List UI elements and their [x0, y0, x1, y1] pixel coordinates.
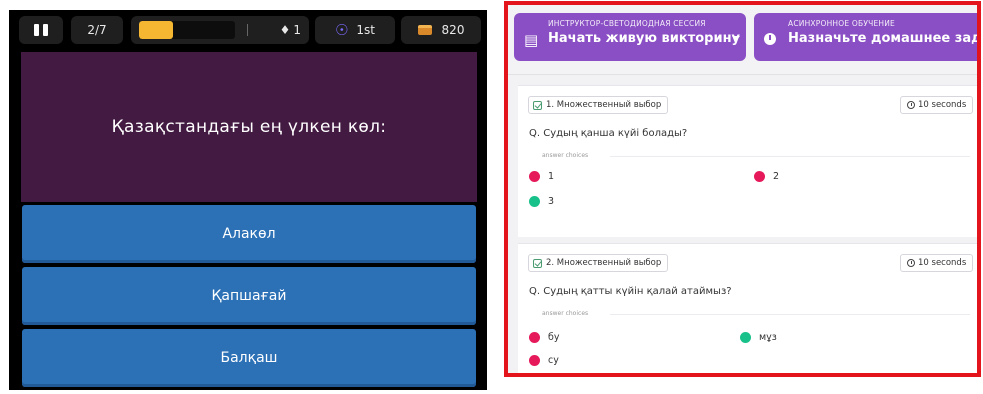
pause-icon	[34, 24, 39, 36]
question-type-label: 2. Множественный выбор	[546, 258, 662, 268]
progress-bar	[139, 21, 235, 39]
divider	[610, 314, 970, 315]
answer-choice: 3	[529, 196, 554, 207]
answer-choices-label: answer choices	[542, 310, 589, 317]
correct-dot-icon	[529, 196, 540, 207]
question-card: 1. Множественный выбор 10 seconds Q. Суд…	[518, 85, 977, 237]
question-time-badge: 10 seconds	[900, 96, 974, 114]
answer-option-2[interactable]: Қапшағай	[22, 267, 476, 325]
progress-bar-fill	[139, 21, 173, 39]
timer-icon	[907, 259, 915, 267]
timer-icon	[907, 101, 915, 109]
question-counter: 2/7	[71, 16, 123, 44]
quiz-game-panel: 2/7 ♦ 1 ☉ 1st 820 Қазақстандағы ең үлкен…	[9, 10, 487, 390]
flame-icon: ♦	[279, 23, 291, 37]
pause-button[interactable]	[19, 16, 63, 44]
question-type-badge: 1. Множественный выбор	[528, 96, 669, 114]
game-top-bar: 2/7 ♦ 1 ☉ 1st 820	[9, 10, 487, 50]
presentation-icon: ▤	[524, 31, 539, 49]
rank-icon: ☉	[334, 21, 349, 39]
question-box: Қазақстандағы ең үлкен көл:	[21, 52, 477, 202]
rank-label: 1st	[356, 23, 376, 37]
correct-dot-icon	[740, 332, 751, 343]
start-live-quiz-button[interactable]: ▤ ИНСТРУКТОР-СВЕТОДИОДНАЯ СЕССИЯ Начать …	[514, 13, 746, 61]
session-mode-header: ▤ ИНСТРУКТОР-СВЕТОДИОДНАЯ СЕССИЯ Начать …	[508, 5, 981, 75]
checkbox-icon	[533, 258, 542, 268]
incorrect-dot-icon	[529, 332, 540, 343]
answer-choice: 2	[754, 171, 779, 182]
question-time-label: 10 seconds	[918, 258, 967, 268]
answer-option-3[interactable]: Балқаш	[22, 329, 476, 387]
answer-choices-label: answer choices	[542, 152, 589, 159]
live-session-label: Начать живую викторину	[548, 31, 741, 46]
homework-caption: АСИНХРОННОЕ ОБУЧЕНИЕ	[788, 19, 895, 28]
live-session-caption: ИНСТРУКТОР-СВЕТОДИОДНАЯ СЕССИЯ	[548, 19, 706, 28]
question-card: 2. Множественный выбор 10 seconds Q. Суд…	[518, 243, 977, 373]
rank-badge: ☉ 1st	[315, 16, 395, 44]
coins-counter: 820	[401, 16, 481, 44]
question-type-label: 1. Множественный выбор	[546, 100, 662, 110]
answer-choice-text: бу	[548, 332, 560, 343]
question-text: Q. Судың қанша күйі болады?	[529, 128, 688, 139]
incorrect-dot-icon	[529, 355, 540, 366]
incorrect-dot-icon	[754, 171, 765, 182]
assign-homework-button[interactable]: АСИНХРОННОЕ ОБУЧЕНИЕ Назначьте домашнее …	[754, 13, 981, 61]
streak-value: 1	[293, 23, 301, 37]
answer-choice: бу	[529, 332, 559, 343]
teacher-preview-panel: ▤ ИНСТРУКТОР-СВЕТОДИОДНАЯ СЕССИЯ Начать …	[504, 1, 981, 377]
checkbox-icon	[533, 100, 542, 110]
chevron-down-icon[interactable]	[732, 36, 740, 41]
question-time-label: 10 seconds	[918, 100, 967, 110]
pause-icon	[43, 24, 48, 36]
answer-choice-text: мұз	[759, 332, 777, 343]
answer-choice: 1	[529, 171, 554, 182]
streak-divider	[247, 24, 248, 36]
question-text: Q. Судың қатты күйін қалай атаймыз?	[529, 286, 732, 297]
divider	[610, 156, 970, 157]
question-text: Қазақстандағы ең үлкен көл:	[111, 117, 387, 137]
answer-choice: мұз	[740, 332, 777, 343]
progress-bar-section: ♦ 1	[131, 16, 309, 44]
answer-choice: су	[529, 355, 559, 366]
coins-value: 820	[441, 23, 465, 37]
question-type-badge: 2. Множественный выбор	[528, 254, 669, 272]
answer-choice-text: су	[548, 355, 559, 366]
treasure-chest-icon	[417, 25, 432, 35]
streak-counter: ♦ 1	[280, 23, 301, 37]
answer-choice-text: 3	[548, 196, 555, 207]
question-time-badge: 10 seconds	[900, 254, 974, 272]
answer-choice-text: 2	[773, 171, 780, 182]
incorrect-dot-icon	[529, 171, 540, 182]
answer-option-1[interactable]: Алакөл	[22, 205, 476, 263]
clock-icon	[764, 33, 776, 45]
answer-choice-text: 1	[548, 171, 555, 182]
homework-label: Назначьте домашнее задание	[788, 31, 981, 46]
